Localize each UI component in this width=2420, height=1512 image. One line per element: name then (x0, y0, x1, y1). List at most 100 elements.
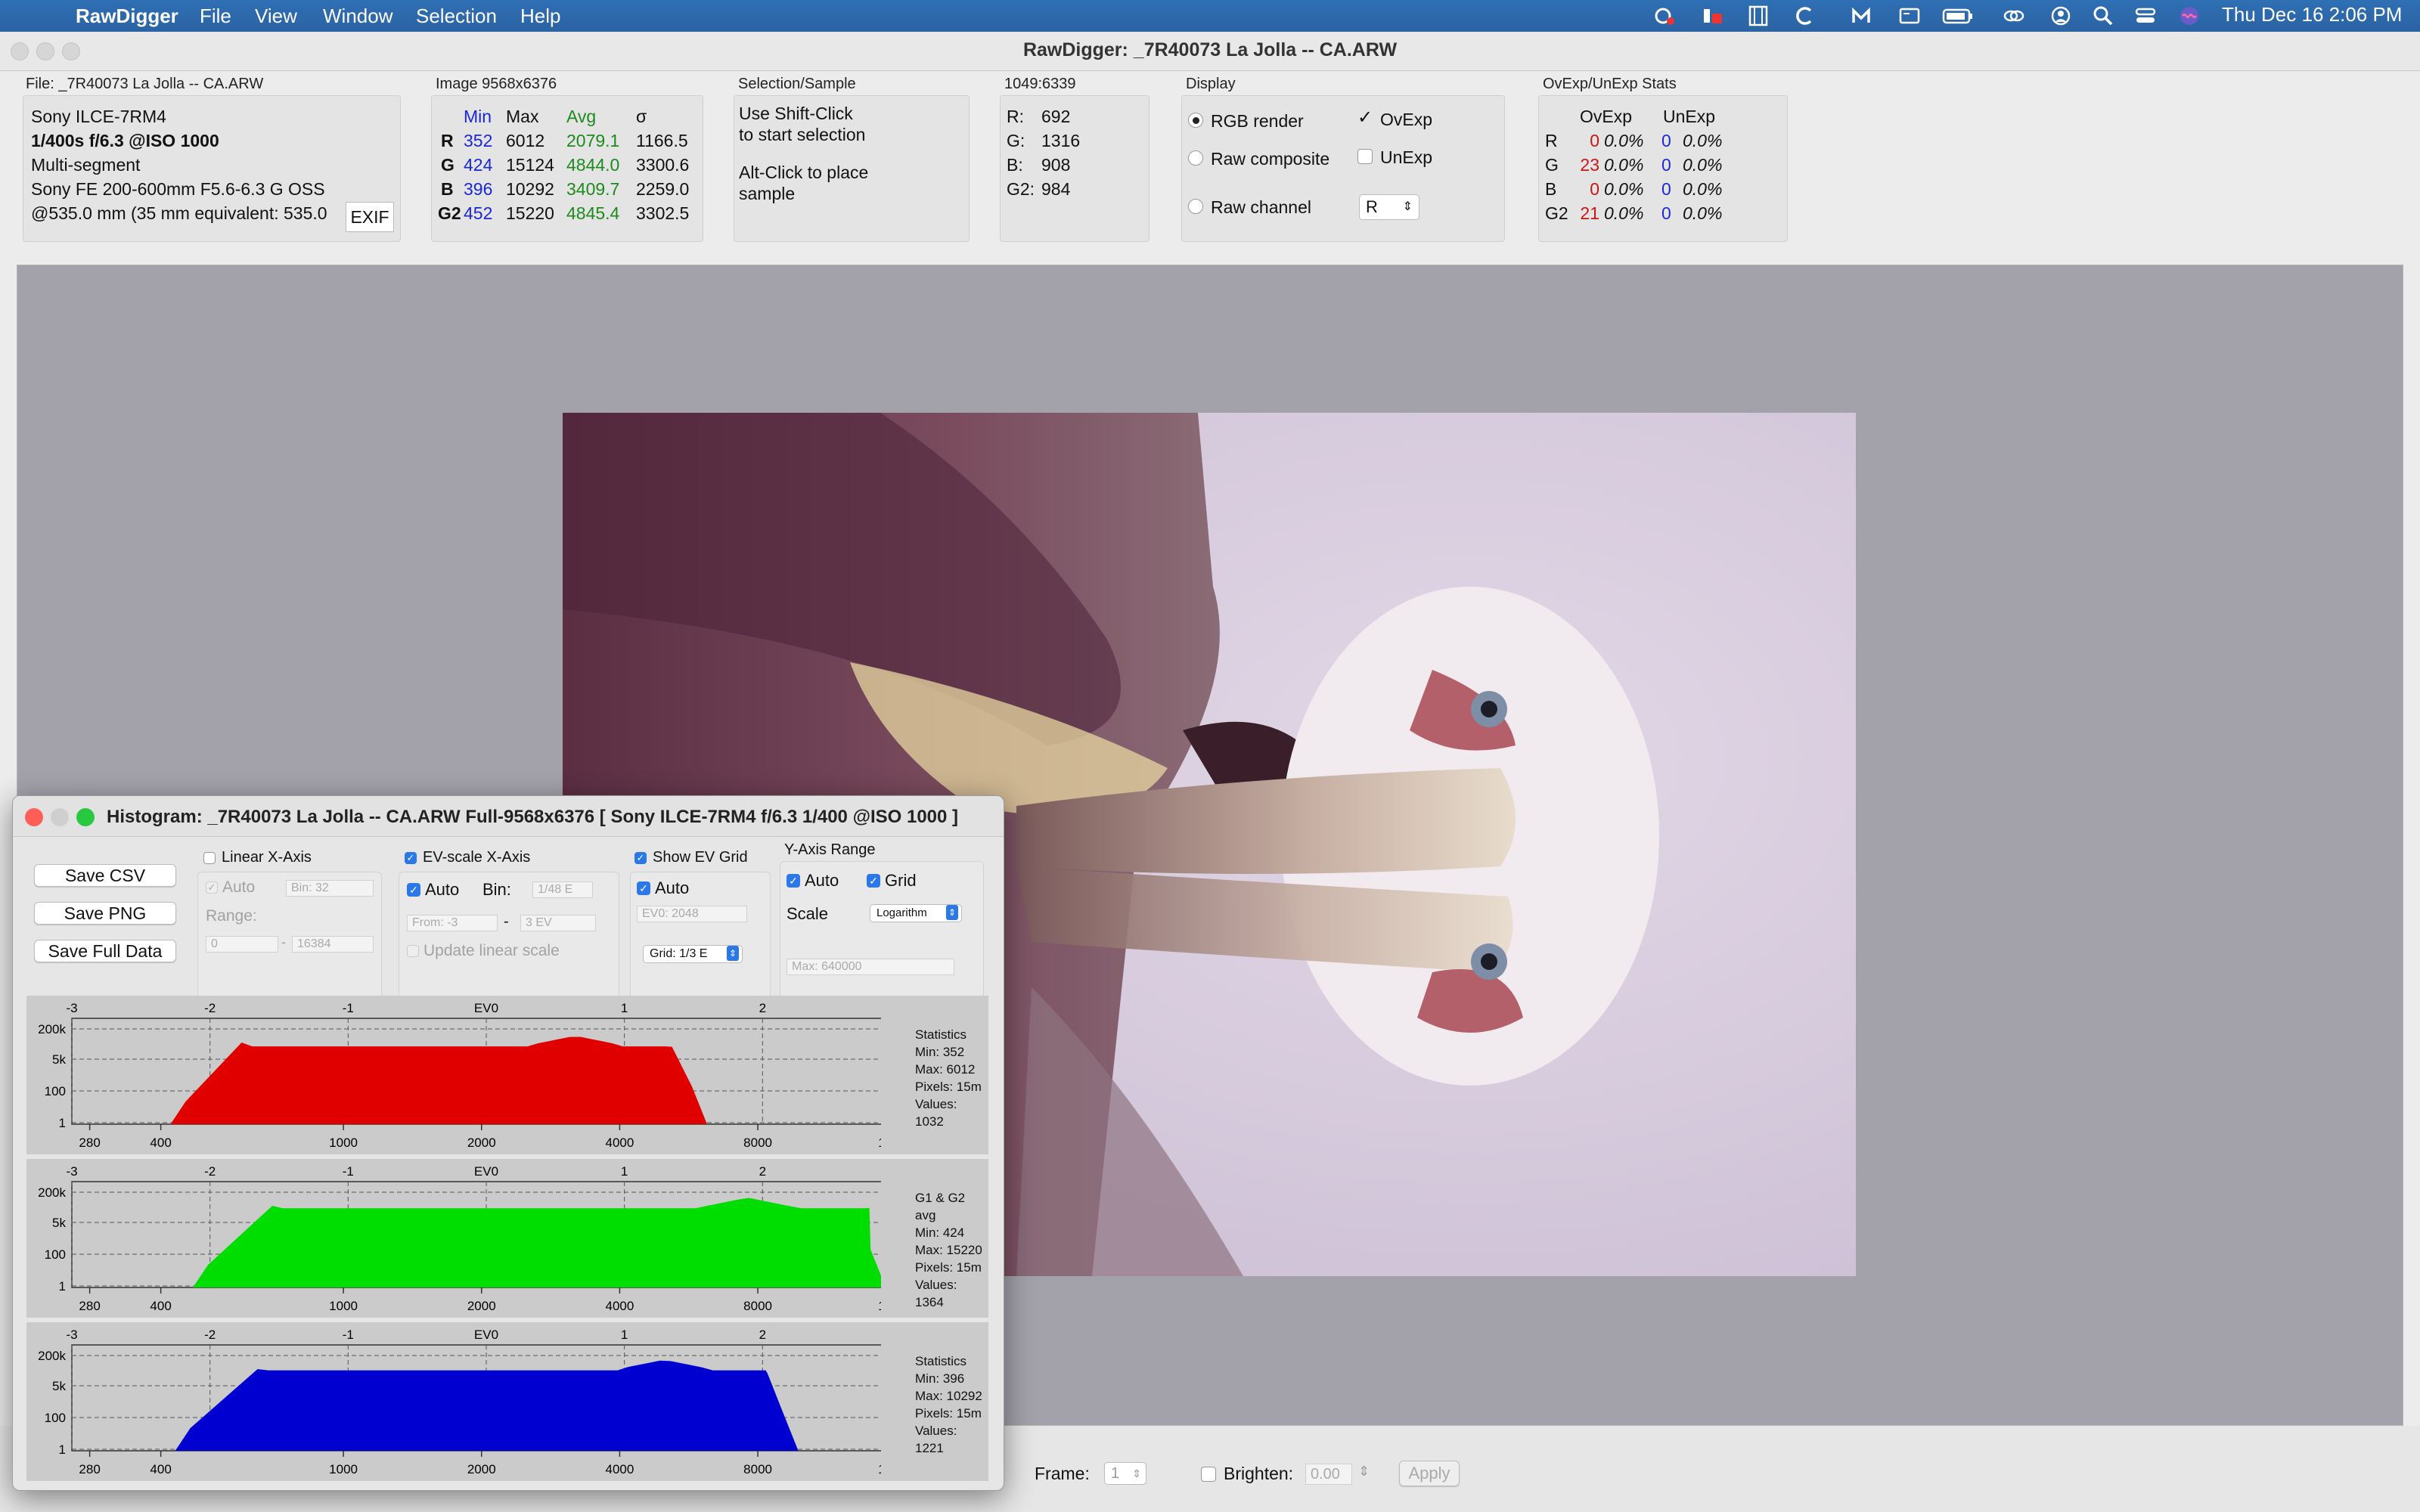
menu-selection[interactable]: Selection (416, 5, 497, 28)
x-tick-label: 400 (150, 1299, 171, 1313)
display-menu-icon[interactable] (1898, 5, 1921, 27)
x-tick-label: 280 (79, 1136, 100, 1150)
sample-r-value: 692 (1041, 107, 1071, 126)
histogram-green-plot[interactable]: 200k5k1001-3-2-1EV0123280400100020004000… (26, 1159, 988, 1318)
show-ev-grid-checkbox[interactable]: ✓ (634, 852, 647, 864)
ev-tick-label: -1 (343, 1164, 354, 1179)
y-tick-label: 1 (59, 1279, 66, 1294)
ev-auto-label[interactable]: Auto (425, 880, 459, 900)
ev-grid-group: ✓ Auto EV0: 2048 Grid: 1/3 E ⇕ (630, 872, 771, 1015)
ovexp-col-header: OvExp (1580, 107, 1633, 126)
ev-scale-checkbox[interactable]: ✓ (405, 852, 417, 864)
ev-tick-label: EV0 (474, 1001, 498, 1015)
linear-range-dash: - (281, 934, 286, 950)
unexp-checkbox[interactable] (1357, 149, 1373, 164)
update-linear-checkbox[interactable] (407, 945, 419, 957)
histogram-minimize-button[interactable] (51, 808, 69, 826)
exif-button[interactable]: EXIF (346, 202, 394, 232)
apply-button[interactable]: Apply (1399, 1461, 1460, 1486)
linear-x-axis-label[interactable]: Linear X-Axis (222, 849, 312, 866)
ev-tick-label: -3 (66, 1164, 77, 1179)
histogram-red-plot[interactable]: 200k5k1001-3-2-1EV0123280400100020004000… (26, 996, 988, 1154)
ev-auto-checkbox[interactable]: ✓ (407, 883, 420, 897)
menu-help[interactable]: Help (520, 5, 560, 28)
y-max-input[interactable]: Max: 640000 (786, 959, 954, 975)
histogram-window: Histogram: _7R40073 La Jolla -- CA.ARW F… (12, 795, 1004, 1491)
y-scale-select[interactable]: Logarithm ⇕ (870, 904, 962, 922)
linear-bin-input[interactable]: Bin: 32 (286, 880, 374, 897)
linear-range-from[interactable]: 0 (206, 936, 278, 953)
rgb-render-label[interactable]: RGB render (1211, 111, 1304, 132)
blue-stats-max: Max: 10292 (915, 1389, 982, 1403)
brighten-checkbox[interactable] (1201, 1467, 1216, 1482)
row-g2-avg: 4845.4 (566, 203, 620, 223)
menu-bar: RawDigger File View Window Selection Hel… (0, 0, 2420, 32)
y-auto-label[interactable]: Auto (805, 871, 839, 891)
spotlight-search-icon[interactable] (2092, 5, 2114, 27)
menu-view[interactable]: View (255, 5, 297, 28)
raw-composite-radio[interactable] (1188, 150, 1203, 166)
raw-channel-label[interactable]: Raw channel (1211, 197, 1311, 218)
histogram-red-chart: 200k5k1001-3-2-1EV0123280400100020004000… (38, 1001, 881, 1150)
brighten-input[interactable]: 0.00 (1305, 1464, 1352, 1485)
save-full-data-button[interactable]: Save Full Data (34, 940, 176, 962)
ev-bin-input[interactable]: 1/48 E (532, 881, 593, 898)
ev-tick-label: 1 (621, 1001, 628, 1015)
siri-icon[interactable] (2178, 5, 2201, 27)
exposure-info: 1/400s f/6.3 @ISO 1000 (31, 131, 219, 150)
sample-g-label: G: (1007, 131, 1025, 150)
save-png-button[interactable]: Save PNG (34, 902, 176, 925)
row-r-label: R (441, 131, 454, 150)
ev-to-input[interactable]: 3 EV (520, 915, 596, 931)
linear-auto-checkbox[interactable]: ✓ (206, 881, 218, 894)
raw-channel-radio[interactable] (1188, 199, 1203, 214)
frame-select[interactable]: 1 ⇕ (1104, 1462, 1146, 1485)
menu-file[interactable]: File (200, 5, 231, 28)
unexp-label[interactable]: UnExp (1380, 147, 1432, 168)
malwarebytes-icon[interactable] (1850, 5, 1872, 27)
linear-range-to[interactable]: 16384 (292, 936, 374, 953)
brighten-stepper-icon[interactable]: ⇕ (1358, 1464, 1370, 1479)
sample-r-label: R: (1007, 107, 1024, 126)
ev-scale-label[interactable]: EV-scale X-Axis (423, 849, 530, 866)
raw-composite-label[interactable]: Raw composite (1211, 149, 1329, 169)
y-auto-checkbox[interactable]: ✓ (786, 874, 800, 888)
row-r-sd: 1166.5 (636, 131, 688, 150)
histogram-zoom-button[interactable] (76, 808, 95, 826)
y-tick-label: 100 (45, 1084, 66, 1098)
y-grid-label[interactable]: Grid (885, 871, 917, 891)
ev-grid-auto-checkbox[interactable]: ✓ (637, 881, 650, 895)
histogram-blue-plot[interactable]: 200k5k1001-3-2-1EV0123280400100020004000… (26, 1322, 988, 1481)
y-grid-checkbox[interactable]: ✓ (867, 874, 880, 888)
ev-grid-select[interactable]: Grid: 1/3 E ⇕ (643, 945, 743, 963)
rgb-render-radio[interactable] (1188, 113, 1203, 128)
update-linear-label: Update linear scale (424, 942, 560, 959)
c-app-icon[interactable] (1794, 5, 1817, 27)
channel-select[interactable]: R ⇕ (1359, 194, 1419, 220)
save-csv-button[interactable]: Save CSV (34, 864, 176, 887)
brighten-label: Brighten: (1224, 1464, 1294, 1483)
menu-window[interactable]: Window (323, 5, 392, 28)
channel-select-value: R (1366, 197, 1378, 216)
ovexp-checkbox[interactable]: ✓ (1357, 109, 1373, 127)
ev-grid-auto-label[interactable]: Auto (655, 878, 689, 898)
row-g2-max: 15220 (506, 203, 554, 223)
control-center-icon[interactable] (2134, 5, 2157, 27)
user-icon[interactable] (2049, 5, 2072, 27)
ev0-input[interactable]: EV0: 2048 (637, 906, 747, 922)
ev-from-input[interactable]: From: -3 (407, 915, 498, 931)
show-ev-grid-label[interactable]: Show EV Grid (653, 849, 748, 866)
ovexp-label[interactable]: OvExp (1380, 110, 1432, 130)
film-icon[interactable] (1747, 5, 1770, 27)
linear-x-axis-checkbox[interactable] (203, 852, 216, 864)
creative-cloud-icon[interactable] (1653, 5, 1676, 27)
display-panel: RGB render Raw composite Raw channel ✓ O… (1181, 95, 1505, 242)
recording-icon[interactable] (1702, 5, 1724, 27)
battery-icon[interactable] (1942, 5, 1974, 27)
app-menu[interactable]: RawDigger (76, 5, 178, 28)
menubar-clock[interactable]: Thu Dec 16 2:06 PM (2222, 3, 2402, 26)
x-tick-label: 1000 (329, 1462, 358, 1476)
histogram-close-button[interactable] (25, 808, 43, 826)
selection-hint-3: Alt-Click to place (739, 163, 869, 182)
link-icon[interactable] (2003, 5, 2025, 27)
